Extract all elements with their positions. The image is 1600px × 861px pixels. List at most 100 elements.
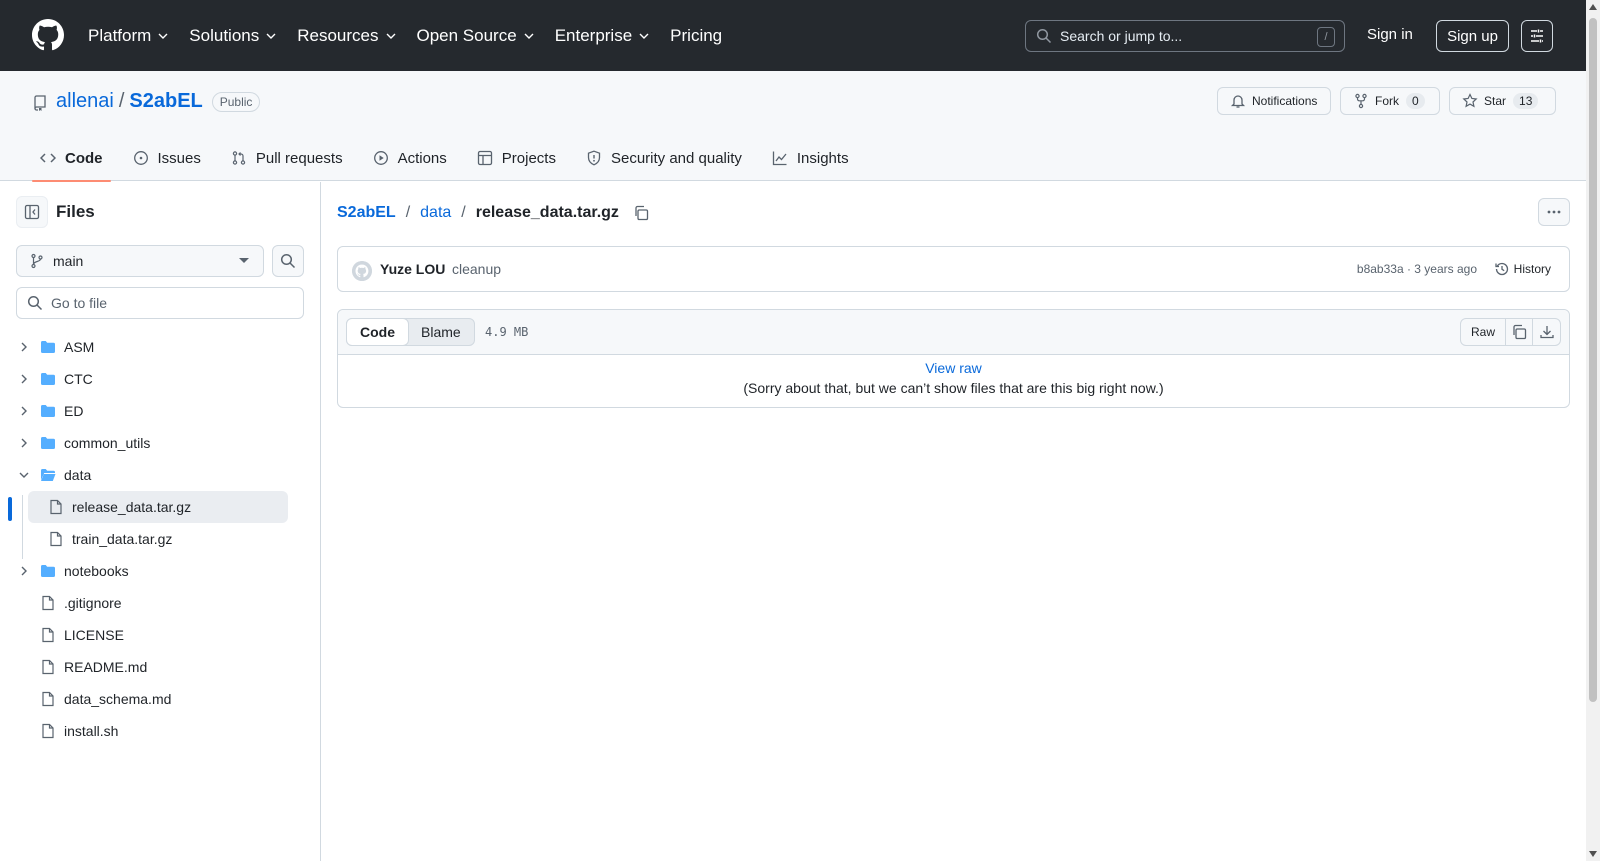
breadcrumb-folder-link[interactable]: data — [420, 204, 451, 222]
folder-open-icon — [41, 469, 56, 481]
github-logo-icon[interactable] — [32, 19, 64, 51]
search-files-button[interactable] — [272, 245, 304, 277]
code-blame-toggle: Code Blame — [346, 318, 475, 346]
fork-button[interactable]: Fork 0 — [1340, 87, 1440, 115]
collapse-sidebar-button[interactable] — [16, 196, 48, 228]
search-icon — [1036, 28, 1052, 44]
tree-item-folder-open[interactable]: data — [16, 459, 288, 491]
file-actions: Raw — [1459, 318, 1561, 346]
sign-in-link[interactable]: Sign in — [1367, 26, 1413, 43]
tree-item-folder[interactable]: ED — [16, 395, 288, 427]
copy-icon[interactable] — [633, 205, 649, 221]
tab-actions[interactable]: Actions — [365, 135, 455, 181]
code-view-tab[interactable]: Code — [346, 318, 409, 346]
nav-resources[interactable]: Resources — [297, 26, 396, 46]
breadcrumb-repo-link[interactable]: S2abEL — [337, 204, 396, 222]
repo-header: allenai / S2abEL Public Notifications Fo… — [0, 71, 1586, 182]
avatar-placeholder-icon — [352, 261, 372, 281]
chevron-down-icon — [19, 472, 29, 478]
page-scrollbar[interactable] — [1586, 0, 1600, 861]
tree-item-folder[interactable]: common_utils — [16, 427, 288, 459]
tree-item-file[interactable]: README.md — [16, 651, 288, 683]
raw-button[interactable]: Raw — [1461, 319, 1506, 345]
tab-label: Projects — [501, 149, 556, 167]
notifications-label: Notifications — [1252, 94, 1318, 108]
chevron-down-icon — [266, 33, 276, 39]
latest-commit-bar: Yuze LOU cleanup b8ab33a · 3 years ago H… — [337, 246, 1570, 292]
nav-pricing[interactable]: Pricing — [670, 26, 722, 46]
search-shortcut-key: / — [1317, 27, 1335, 47]
tab-security[interactable]: Security and quality — [578, 135, 750, 181]
tree-item-label: data — [64, 467, 92, 483]
view-raw-link[interactable]: View raw — [925, 360, 982, 376]
tree-item-file[interactable]: install.sh — [16, 715, 288, 747]
scroll-up-arrow-icon[interactable] — [1589, 4, 1597, 10]
star-button[interactable]: Star 13 — [1449, 87, 1556, 115]
repo-name-link[interactable]: S2abEL — [129, 90, 202, 113]
commit-sha-and-time[interactable]: b8ab33a · 3 years ago — [1357, 262, 1477, 276]
nav-solutions[interactable]: Solutions — [189, 26, 277, 46]
tree-item-file[interactable]: train_data.tar.gz — [28, 523, 288, 555]
fork-count: 0 — [1406, 93, 1425, 109]
tree-item-label: ASM — [64, 339, 95, 355]
nav-label: Open Source — [416, 25, 517, 45]
kebab-horizontal-icon — [1547, 210, 1561, 214]
sign-up-button[interactable]: Sign up — [1436, 20, 1509, 52]
star-count: 13 — [1513, 93, 1539, 109]
avatar[interactable] — [352, 261, 372, 281]
tab-pull-requests[interactable]: Pull requests — [223, 135, 351, 181]
repo-owner-link[interactable]: allenai — [56, 90, 114, 113]
chevron-right-icon — [21, 566, 27, 576]
tree-item-folder[interactable]: notebooks — [16, 555, 288, 587]
go-to-file-input[interactable]: Go to file — [16, 287, 304, 319]
scrollbar-thumb[interactable] — [1589, 18, 1597, 702]
file-icon — [50, 499, 62, 515]
download-icon — [1539, 326, 1554, 339]
file-viewer-header: Code Blame 4.9 MB Raw — [338, 310, 1569, 355]
global-menu-button[interactable] — [1521, 20, 1553, 52]
history-button[interactable]: History — [1490, 256, 1555, 282]
fork-icon — [1355, 93, 1367, 109]
code-icon — [40, 153, 56, 163]
table-icon — [477, 150, 492, 166]
global-header: Platform Solutions Resources Open Source… — [0, 0, 1600, 71]
breadcrumb: S2abEL / data / release_data.tar.gz — [337, 204, 649, 222]
nav-platform[interactable]: Platform — [88, 26, 169, 46]
nav-enterprise[interactable]: Enterprise — [555, 26, 650, 46]
nav-open-source[interactable]: Open Source — [417, 26, 535, 46]
tab-projects[interactable]: Projects — [469, 135, 564, 181]
chevron-right-icon — [21, 406, 27, 416]
download-button[interactable] — [1533, 319, 1560, 345]
copy-raw-button[interactable] — [1506, 319, 1533, 345]
sidebar-collapse-icon — [24, 204, 40, 220]
commit-author[interactable]: Yuze LOU — [380, 261, 445, 277]
chevron-down-icon — [639, 33, 649, 39]
chevron-right-icon — [21, 374, 27, 384]
history-icon — [1495, 262, 1508, 276]
star-label: Star — [1484, 94, 1507, 108]
search-icon — [27, 295, 43, 311]
folder-icon — [41, 405, 55, 417]
breadcrumb-separator: / — [405, 204, 411, 221]
blame-view-tab[interactable]: Blame — [408, 319, 474, 345]
tab-code[interactable]: Code — [32, 135, 111, 182]
tab-issues[interactable]: Issues — [125, 135, 209, 181]
scroll-down-arrow-icon[interactable] — [1589, 851, 1597, 857]
tree-item-folder[interactable]: CTC — [16, 363, 288, 395]
tree-item-label: README.md — [64, 659, 148, 675]
tab-insights[interactable]: Insights — [764, 135, 857, 181]
sliders-icon — [1531, 29, 1543, 43]
notifications-button[interactable]: Notifications — [1217, 87, 1331, 115]
file-icon — [42, 723, 54, 739]
tree-item-folder[interactable]: ASM — [16, 331, 288, 363]
chevron-down-icon — [524, 33, 534, 39]
tree-item-file-selected[interactable]: release_data.tar.gz — [28, 491, 288, 523]
file-viewer: Code Blame 4.9 MB Raw View raw (Sorry ab… — [337, 309, 1570, 408]
more-options-button[interactable] — [1538, 198, 1570, 226]
tree-item-file[interactable]: data_schema.md — [16, 683, 288, 715]
commit-message[interactable]: cleanup — [452, 261, 501, 277]
tree-item-file[interactable]: LICENSE — [16, 619, 288, 651]
branch-selector[interactable]: main — [16, 245, 264, 277]
search-input[interactable]: Search or jump to... / — [1025, 20, 1345, 52]
tree-item-file[interactable]: .gitignore — [16, 587, 288, 619]
